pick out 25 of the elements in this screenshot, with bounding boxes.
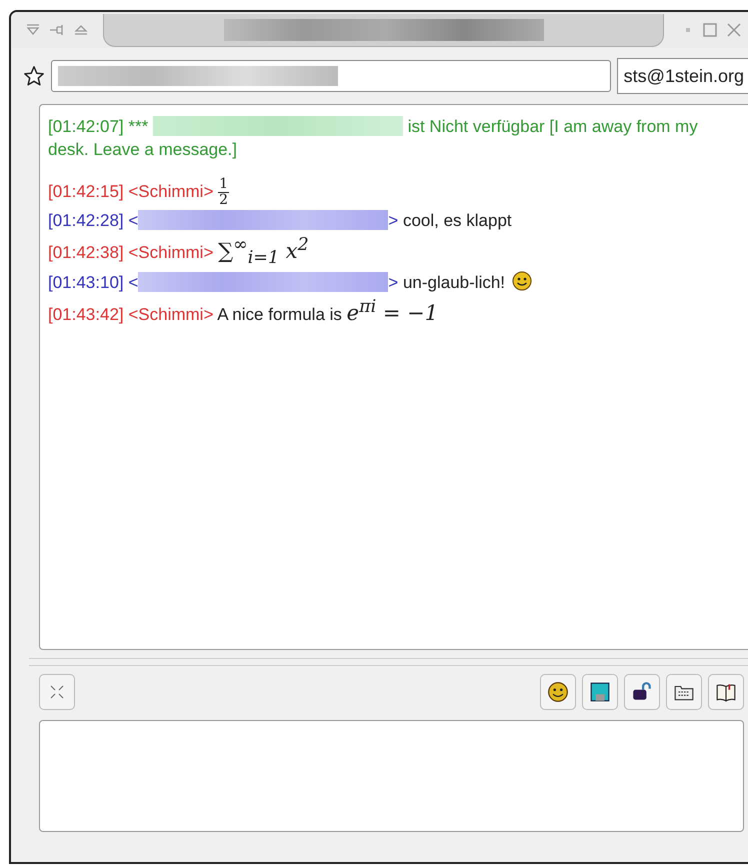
pin-icon[interactable]	[49, 24, 65, 36]
encryption-button[interactable]	[624, 674, 660, 710]
shade-icon[interactable]	[73, 24, 89, 36]
shrink-arrows-icon	[49, 684, 65, 700]
chat-message: [01:43:10] < > un-glaub-lich!	[48, 271, 740, 294]
chat-message: [01:42:28] < > cool, es klappt	[48, 210, 513, 232]
chat-message: [01:42:07] *** ist Nicht verfügbar [I am away from my desk. Leave a message.]	[48, 115, 699, 161]
splitter-handle[interactable]	[29, 658, 748, 666]
menu-icon[interactable]	[25, 24, 41, 36]
chat-message: [01:43:42] <Schimmi> A nice formula is e$^{πi}$ = −1	[48, 296, 440, 326]
close-icon[interactable]	[726, 23, 742, 37]
maximize-icon[interactable]	[702, 23, 718, 37]
message-input[interactable]	[39, 720, 744, 832]
star-icon[interactable]	[23, 65, 45, 87]
save-button[interactable]	[582, 674, 618, 710]
smiley-icon	[512, 271, 532, 292]
emoticon-button[interactable]	[540, 674, 576, 710]
account-field[interactable]: sts@1stein.org	[616, 58, 748, 94]
smiley-icon	[547, 681, 569, 703]
fraction: 1 2	[218, 177, 230, 208]
keyboard-button[interactable]	[666, 674, 702, 710]
chat-message: [01:42:38] <Schimmi> ∑$^{∞}$$_{i=1}$ x$^{2}$	[48, 234, 310, 270]
contact-field[interactable]	[51, 60, 611, 92]
shrink-button[interactable]	[39, 674, 75, 710]
book-button[interactable]	[708, 674, 744, 710]
